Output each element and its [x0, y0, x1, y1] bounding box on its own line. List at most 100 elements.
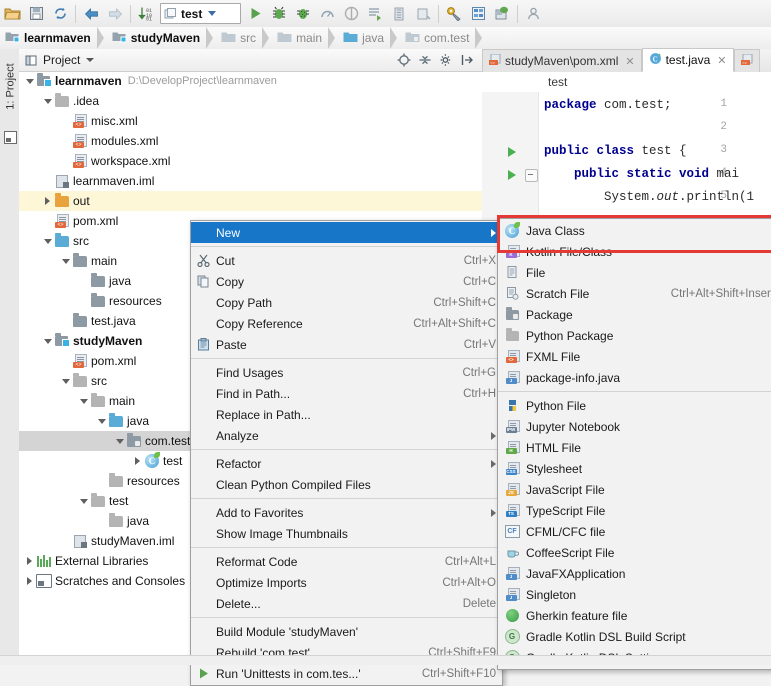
context-menu[interactable]: New Cut Ctrl+X Copy Ctrl+C Copy Path Ctrl+Shif…	[190, 220, 503, 686]
hide-icon[interactable]	[459, 53, 474, 68]
fold-region-icon[interactable]	[525, 169, 538, 182]
chevron-down-icon[interactable]	[208, 11, 217, 16]
chevron-right-icon[interactable]	[41, 195, 54, 208]
tool-window-tab-project[interactable]: 1: Project	[1, 56, 20, 118]
chevron-down-icon[interactable]	[113, 435, 126, 448]
update-project-icon[interactable]	[363, 2, 387, 25]
menu-item[interactable]: Find in Path... Ctrl+H	[191, 383, 502, 404]
submenu-item[interactable]: Jpackage-info.java	[498, 367, 771, 388]
breadcrumb-item-src[interactable]: src	[216, 27, 272, 49]
menu-item[interactable]: Analyze	[191, 425, 502, 446]
menu-item[interactable]: Run 'Unittests in com.tes...' Ctrl+Shift+…	[191, 663, 502, 684]
menu-item[interactable]: Delete... Delete	[191, 593, 502, 614]
submenu-item[interactable]: Python Package	[498, 325, 771, 346]
chevron-down-icon[interactable]	[77, 495, 90, 508]
breadcrumb-item-main[interactable]: main	[272, 27, 338, 49]
submenu-item[interactable]: File	[498, 262, 771, 283]
tree-node[interactable]: <> workspace.xml	[19, 151, 482, 171]
tree-node[interactable]: <> modules.xml	[19, 131, 482, 151]
settings-gear-icon[interactable]	[438, 53, 453, 68]
tree-node[interactable]: learnmaven.iml	[19, 171, 482, 191]
menu-item[interactable]: Find Usages Ctrl+G	[191, 362, 502, 383]
menu-item[interactable]: Reformat Code Ctrl+Alt+L	[191, 551, 502, 572]
locate-icon[interactable]	[396, 53, 411, 68]
menu-item[interactable]: New	[191, 222, 502, 243]
forward-icon[interactable]	[103, 2, 127, 25]
submenu-item[interactable]: <> FXML File	[498, 346, 771, 367]
run-with-coverage-icon[interactable]	[291, 2, 315, 25]
debug-icon[interactable]	[267, 2, 291, 25]
collapse-all-icon[interactable]	[417, 53, 432, 68]
breadcrumb-item-java[interactable]: java	[338, 27, 400, 49]
menu-item[interactable]: Show Image Thumbnails	[191, 523, 502, 544]
run-configuration-selector[interactable]: test	[160, 3, 241, 24]
chevron-down-icon[interactable]	[23, 75, 36, 88]
menu-item[interactable]: Replace in Path...	[191, 404, 502, 425]
menu-item[interactable]: Cut Ctrl+X	[191, 250, 502, 271]
submenu-item[interactable]: Java Class	[498, 220, 771, 241]
commit-icon[interactable]	[387, 2, 411, 25]
menu-item[interactable]: Optimize Imports Ctrl+Alt+O	[191, 572, 502, 593]
close-icon[interactable]: ✕	[625, 55, 634, 68]
chevron-right-icon[interactable]	[23, 575, 36, 588]
sdk-manager-icon[interactable]	[490, 2, 514, 25]
chevron-down-icon[interactable]	[41, 235, 54, 248]
close-icon[interactable]: ✕	[717, 54, 726, 67]
rollback-icon[interactable]	[411, 2, 435, 25]
chevron-down-icon[interactable]	[59, 255, 72, 268]
menu-item[interactable]: Build Module 'studyMaven'	[191, 621, 502, 642]
menu-item[interactable]: Refactor	[191, 453, 502, 474]
chevron-right-icon[interactable]	[23, 555, 36, 568]
submenu-item[interactable]: TS TypeScript File	[498, 500, 771, 521]
tree-node[interactable]: learnmaven D:\DevelopProject\learnmaven	[19, 71, 482, 91]
submenu-item[interactable]: G Gradle Kotlin DSL Build Script	[498, 626, 771, 647]
user-icon[interactable]	[521, 2, 545, 25]
run-gutter-icon[interactable]	[508, 147, 516, 157]
open-folder-icon[interactable]	[0, 2, 24, 25]
chevron-down-icon[interactable]	[95, 415, 108, 428]
submenu-item[interactable]: Scratch File Ctrl+Alt+Shift+Insert	[498, 283, 771, 304]
profiler-icon[interactable]	[315, 2, 339, 25]
submenu-item[interactable]: CoffeeScript File	[498, 542, 771, 563]
submenu-item[interactable]: CSS Stylesheet	[498, 458, 771, 479]
submenu-item[interactable]: JS JavaScript File	[498, 479, 771, 500]
menu-item[interactable]: Copy Ctrl+C	[191, 271, 502, 292]
submenu-item[interactable]: IPW Jupyter Notebook	[498, 416, 771, 437]
tree-node[interactable]: out	[19, 191, 482, 211]
breadcrumb-item-package[interactable]: com.test	[400, 27, 485, 49]
submenu-item[interactable]: Gherkin feature file	[498, 605, 771, 626]
sync-icon[interactable]	[48, 2, 72, 25]
sort-numeric-icon[interactable]: 01 10 01	[134, 2, 158, 25]
run-icon[interactable]	[243, 2, 267, 25]
back-icon[interactable]	[79, 2, 103, 25]
breadcrumb-item-learnmaven[interactable]: learnmaven	[0, 27, 107, 49]
chevron-down-icon[interactable]	[86, 58, 95, 62]
editor-tab-overflow[interactable]: <>	[733, 49, 760, 72]
chevron-down-icon[interactable]	[59, 375, 72, 388]
chevron-down-icon[interactable]	[41, 335, 54, 348]
editor-tab-pom[interactable]: <> studyMaven\pom.xml ✕	[482, 49, 642, 72]
project-structure-icon[interactable]	[466, 2, 490, 25]
chevron-right-icon[interactable]	[131, 455, 144, 468]
submenu-item[interactable]: CF CFML/CFC file	[498, 521, 771, 542]
menu-item[interactable]: Copy Reference Ctrl+Alt+Shift+C	[191, 313, 502, 334]
breadcrumb-item-studymaven[interactable]: studyMaven	[107, 27, 216, 49]
tree-node[interactable]: <> misc.xml	[19, 111, 482, 131]
menu-item[interactable]: Add to Favorites	[191, 502, 502, 523]
submenu-item[interactable]: Python File	[498, 395, 771, 416]
stop-icon[interactable]	[339, 2, 363, 25]
new-submenu[interactable]: Java Class K Kotlin File/Class File Scratch …	[497, 218, 771, 670]
run-gutter-icon[interactable]	[508, 170, 516, 180]
submenu-item[interactable]: K Kotlin File/Class	[498, 241, 771, 262]
chevron-down-icon[interactable]	[77, 395, 90, 408]
project-tool-icon[interactable]	[4, 131, 17, 144]
menu-item[interactable]: Clean Python Compiled Files	[191, 474, 502, 495]
menu-item[interactable]: Paste Ctrl+V	[191, 334, 502, 355]
menu-item[interactable]: Copy Path Ctrl+Shift+C	[191, 292, 502, 313]
settings-wrench-icon[interactable]	[442, 2, 466, 25]
chevron-down-icon[interactable]	[41, 95, 54, 108]
submenu-item[interactable]: J Singleton	[498, 584, 771, 605]
save-all-icon[interactable]	[24, 2, 48, 25]
submenu-item[interactable]: Package	[498, 304, 771, 325]
submenu-item[interactable]: J JavaFXApplication	[498, 563, 771, 584]
